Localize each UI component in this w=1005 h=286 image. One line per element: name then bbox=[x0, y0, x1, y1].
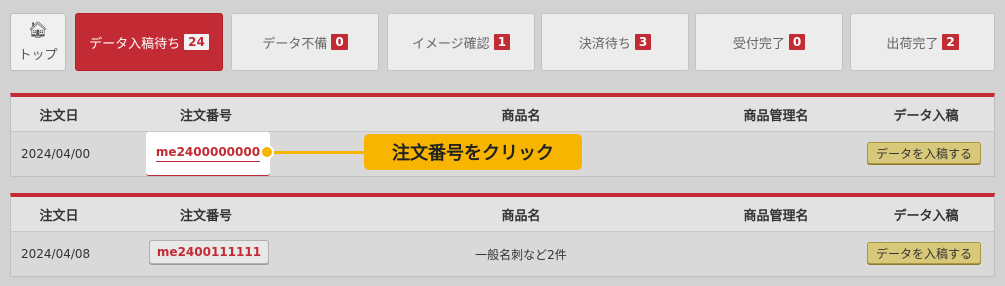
header-product-name: 商品名 bbox=[501, 108, 541, 124]
count-badge: 0 bbox=[788, 34, 806, 50]
status-tabs: 🏠︎ トップ データ入稿待ち 24 データ不備 0 イメージ確認 1 決済待ち … bbox=[10, 13, 995, 71]
order-table-2: 注文日 注文番号 商品名 商品管理名 データ入稿 2024/04/08 me24… bbox=[10, 193, 995, 277]
tab-image-confirm[interactable]: イメージ確認 1 bbox=[387, 13, 535, 71]
tab-shipped[interactable]: 出荷完了 2 bbox=[850, 13, 995, 71]
count-badge: 24 bbox=[184, 34, 209, 50]
tab-data-waiting[interactable]: データ入稿待ち 24 bbox=[75, 13, 223, 71]
count-badge: 1 bbox=[493, 34, 511, 50]
header-data-upload: データ入稿 bbox=[893, 208, 959, 224]
tab-label: データ不備 bbox=[262, 36, 328, 52]
tab-payment-waiting[interactable]: 決済待ち 3 bbox=[541, 13, 689, 71]
header-product-mgmt-name: 商品管理名 bbox=[743, 108, 809, 124]
count-badge: 3 bbox=[634, 34, 652, 50]
home-icon: 🏠︎ bbox=[27, 19, 49, 39]
tab-data-defect[interactable]: データ不備 0 bbox=[231, 13, 379, 71]
header-order-date: 注文日 bbox=[39, 208, 79, 224]
header-product-name: 商品名 bbox=[501, 208, 541, 224]
product-name: 一般名刺など2件 bbox=[475, 247, 567, 262]
table-header: 注文日 注文番号 商品名 商品管理名 データ入稿 bbox=[11, 197, 994, 231]
tab-label: データ入稿待ち bbox=[89, 36, 181, 52]
order-number-link[interactable]: me2400111111 bbox=[149, 240, 269, 264]
tab-label: 決済待ち bbox=[578, 36, 631, 52]
instruction-callout: 注文番号をクリック bbox=[364, 134, 582, 170]
header-product-mgmt-name: 商品管理名 bbox=[743, 208, 809, 224]
tab-received[interactable]: 受付完了 0 bbox=[695, 13, 843, 71]
table-header: 注文日 注文番号 商品名 商品管理名 データ入稿 bbox=[11, 97, 994, 131]
header-data-upload: データ入稿 bbox=[893, 108, 959, 124]
order-date: 2024/04/00 bbox=[21, 147, 91, 161]
order-number-link[interactable]: me2400000000 bbox=[146, 132, 270, 176]
tab-home[interactable]: 🏠︎ トップ bbox=[10, 13, 66, 71]
header-order-number: 注文番号 bbox=[179, 108, 232, 124]
header-order-date: 注文日 bbox=[39, 108, 79, 124]
header-order-number: 注文番号 bbox=[179, 208, 232, 224]
count-badge: 2 bbox=[942, 34, 959, 50]
tab-label: 出荷完了 bbox=[886, 36, 939, 52]
tab-label: 受付完了 bbox=[732, 36, 785, 52]
upload-data-button[interactable]: データを入稿する bbox=[867, 242, 981, 264]
upload-data-button[interactable]: データを入稿する bbox=[867, 142, 981, 164]
tab-home-label: トップ bbox=[18, 47, 58, 63]
order-number-text: me2400000000 bbox=[155, 145, 261, 162]
callout-connector bbox=[272, 151, 364, 154]
tab-label: イメージ確認 bbox=[411, 36, 490, 52]
count-badge: 0 bbox=[331, 34, 348, 50]
callout-dot bbox=[260, 145, 274, 159]
order-date: 2024/04/08 bbox=[21, 247, 91, 261]
table-row: 2024/04/08 me2400111111 一般名刺など2件 データを入稿す… bbox=[11, 231, 994, 276]
